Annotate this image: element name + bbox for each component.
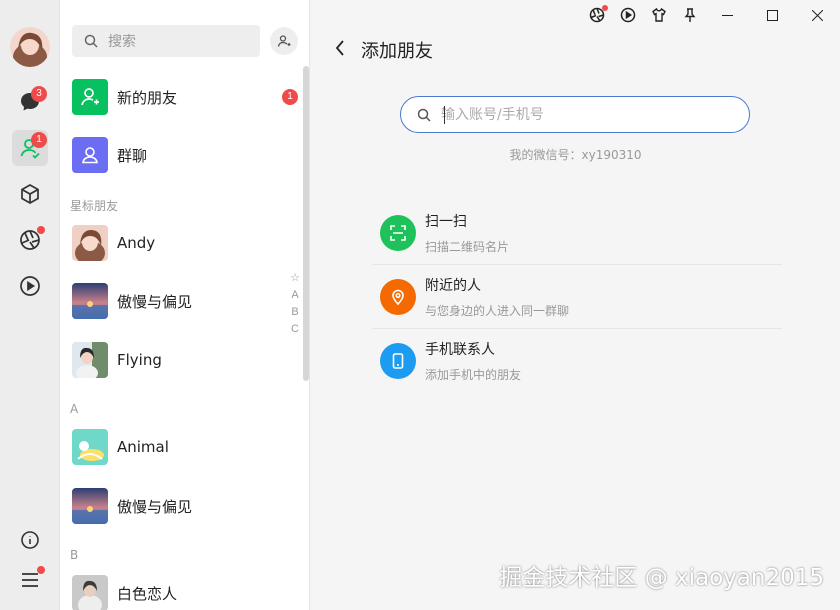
info-icon [21,531,39,549]
pin-icon [684,8,695,22]
section-header-starred: 星标朋友 [70,199,119,213]
alphabet-index[interactable]: ☆ A B C [288,270,302,338]
minimize-icon [722,14,733,16]
add-contact-button[interactable] [270,27,298,55]
maximize-icon [767,9,778,21]
pin-button[interactable] [674,0,705,30]
hamburger-menu-icon [22,573,38,587]
contacts-badge: 1 [31,132,47,148]
back-button[interactable] [331,38,349,58]
list-item[interactable]: Animal [60,418,309,476]
add-friend-icon [81,88,99,106]
section-header-a: A [70,402,79,416]
index-star[interactable]: ☆ [288,270,302,287]
section-header-b: B [70,548,79,562]
close-button[interactable] [795,0,840,30]
video-shortcut-button[interactable] [612,0,643,30]
maximize-button[interactable] [750,0,795,30]
title-bar [581,0,840,30]
location-icon [380,279,416,315]
nearby-option[interactable]: 附近的人 与您身边的人进入同一群聊 [372,265,782,329]
cube-icon [21,184,39,204]
chevron-left-icon [335,40,344,56]
shirt-icon [651,7,666,22]
close-icon [812,9,823,21]
index-a[interactable]: A [288,287,302,304]
moments-shortcut-button[interactable] [581,0,612,30]
contact-list-scrollbar[interactable] [303,66,309,381]
phone-contacts-option[interactable]: 手机联系人 添加手机中的朋友 [372,329,782,393]
contact-name: 白色恋人 [117,584,178,603]
scan-option[interactable]: 扫一扫 扫描二维码名片 [372,201,782,265]
contact-avatar [72,575,108,610]
nav-rail: 3 1 [0,0,60,610]
new-friends-badge: 1 [282,89,298,105]
add-friend-panel: 添加朋友 我的微信号：xy190310 扫一扫 扫描二维码名片 附近的人 与您身… [311,0,840,610]
option-title: 附近的人 [425,278,481,294]
list-item[interactable]: Flying [60,331,309,389]
contact-avatar [72,429,108,465]
contact-name: Animal [117,438,169,456]
contact-name: Flying [117,351,162,369]
info-nav-button[interactable] [12,522,48,558]
contact-name: Andy [117,234,156,252]
account-search-box[interactable] [400,96,750,133]
phone-icon [380,343,416,379]
new-friends-item[interactable]: 新的朋友 [60,68,309,126]
index-b[interactable]: B [288,304,302,321]
play-circle-icon [620,7,635,23]
option-subtitle: 与您身边的人进入同一群聊 [425,304,570,318]
option-title: 手机联系人 [425,342,495,358]
group-chat-label: 群聊 [117,146,148,165]
contact-avatar [72,342,108,378]
new-friends-label: 新的朋友 [117,88,178,107]
list-item[interactable]: 白色恋人 [60,564,309,610]
contact-search-placeholder: 搜索 [108,34,136,50]
favorites-nav-button[interactable] [12,176,48,212]
add-user-icon [277,35,291,47]
group-chat-item[interactable]: 群聊 [60,126,309,184]
text-caret [444,106,445,124]
contact-avatar [72,488,108,524]
list-item[interactable]: 傲慢与偏见 [60,477,309,535]
account-search-input[interactable] [441,106,721,123]
contact-avatar [72,225,108,261]
page-title: 添加朋友 [361,41,433,62]
menu-dot [37,566,45,574]
search-icon [417,108,431,122]
video-nav-button[interactable] [12,268,48,304]
group-icon [82,147,98,164]
option-subtitle: 添加手机中的朋友 [425,368,522,382]
minimize-button[interactable] [705,0,750,30]
option-subtitle: 扫描二维码名片 [425,240,510,254]
contact-search-box[interactable]: 搜索 [72,25,260,57]
scan-icon [380,215,416,251]
list-item[interactable]: Andy [60,214,309,272]
skin-button[interactable] [643,0,674,30]
option-title: 扫一扫 [425,214,467,230]
index-c[interactable]: C [288,321,302,338]
moments-dot [37,226,45,234]
contact-name: 傲慢与偏见 [117,292,193,311]
contact-list-panel: 搜索 新的朋友 1 群聊 星标朋友 Andy 傲慢与偏见 Flying A An… [60,0,310,610]
search-icon [84,34,98,48]
watermark: 掘金技术社区 @ xiaoyan2015 [499,565,824,591]
user-avatar[interactable] [10,27,50,67]
chat-badge: 3 [31,86,47,102]
my-wechat-id: 我的微信号：xy190310 [509,148,642,162]
contact-name: 傲慢与偏见 [117,497,193,516]
list-item[interactable]: 傲慢与偏见 [60,272,309,330]
contact-avatar [72,283,108,319]
moments-dot [602,5,608,11]
play-circle-icon [20,276,40,296]
